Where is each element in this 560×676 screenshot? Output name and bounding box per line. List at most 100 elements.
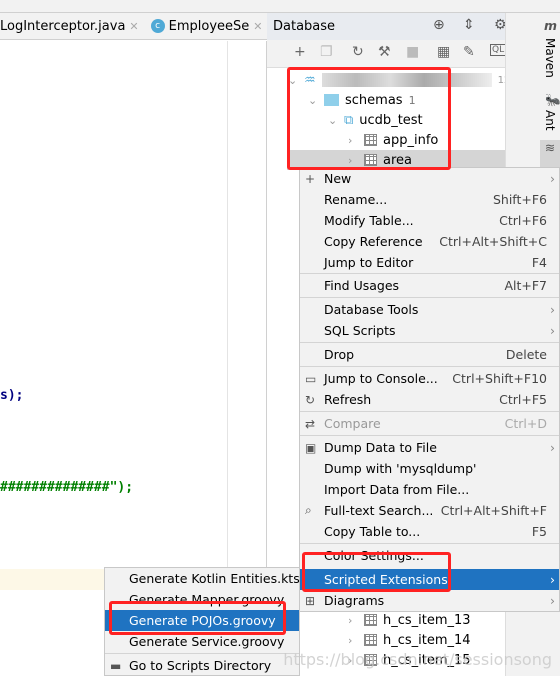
menu-item-generate-kotlin-entities-kts[interactable]: Generate Kotlin Entities.kts <box>105 568 300 589</box>
annotation-box <box>287 67 451 170</box>
menu-item-label: Copy Reference <box>324 234 423 249</box>
menu-separator <box>300 543 559 544</box>
edit-icon[interactable]: ✎ <box>463 44 475 60</box>
menu-item-modify-table[interactable]: Modify Table... Ctrl+F6 <box>300 210 559 231</box>
menu-item-label: Jump to Editor <box>324 255 414 270</box>
annotation-box <box>109 601 286 635</box>
menu-item-rename[interactable]: Rename... Shift+F6 <box>300 189 559 210</box>
stop-icon[interactable]: ■ <box>406 44 419 60</box>
menu-item-label: Rename... <box>324 192 388 207</box>
close-icon[interactable]: ✕ <box>129 20 138 33</box>
menu-item-copy-table-to[interactable]: Copy Table to... F5 <box>300 521 559 542</box>
menu-item-label: Modify Table... <box>324 213 414 228</box>
menu-item-refresh[interactable]: ↻ Refresh Ctrl+F5 <box>300 389 559 410</box>
menu-item-label: Drop <box>324 347 355 362</box>
menu-item-label: Generate Kotlin Entities.kts <box>129 571 300 586</box>
menu-item-compare[interactable]: ⇄ Compare Ctrl+D <box>300 413 559 434</box>
tree-table[interactable]: › h_cs_item_14 <box>348 630 471 650</box>
context-menu: + New › Rename... Shift+F6 Modify Table... Ctr… <box>299 167 560 612</box>
shortcut: Ctrl+D <box>504 416 547 431</box>
code-line: ##############"); <box>0 480 134 495</box>
menu-item-full-text-search[interactable]: ⌕ Full-text Search... Ctrl+Alt+Shift+F <box>300 500 559 521</box>
shortcut: Ctrl+F6 <box>499 213 547 228</box>
menu-item-label: Copy Table to... <box>324 524 421 539</box>
maven-tab[interactable]: Maven <box>543 38 557 78</box>
shortcut: Delete <box>505 347 547 362</box>
plus-icon: + <box>305 171 316 186</box>
menu-item-label: Find Usages <box>324 278 400 293</box>
menu-item-copy-reference[interactable]: Copy Reference Ctrl+Alt+Shift+C <box>300 231 559 252</box>
copy-icon[interactable]: ❐ <box>320 44 333 60</box>
editor-tabs: LogInterceptor.java✕ cEmployeeSe✕ ▾≡4 <box>0 13 292 40</box>
menu-item-jump-to-console[interactable]: ▭ Jump to Console... Ctrl+Shift+F10 <box>300 368 559 389</box>
menu-separator <box>300 366 559 367</box>
tab-loginterceptor[interactable]: LogInterceptor.java ✕ <box>0 19 145 34</box>
menu-item-label: New <box>324 171 352 186</box>
class-icon: c <box>150 19 165 33</box>
shortcut: F5 <box>531 524 547 539</box>
console-icon[interactable]: QL <box>490 44 507 56</box>
menu-item-import-data-from-file[interactable]: Import Data from File... <box>300 479 559 500</box>
menu-item-database-tools[interactable]: Database Tools › <box>300 299 559 320</box>
tools-icon[interactable]: ⚒ <box>378 44 391 60</box>
menu-item-label: Database Tools <box>324 302 419 317</box>
menu-item-jump-to-editor[interactable]: Jump to Editor F4 <box>300 252 559 273</box>
console-icon: ▭ <box>305 371 317 386</box>
shortcut: Ctrl+F5 <box>499 392 547 407</box>
top-bar <box>0 0 560 13</box>
table-icon[interactable]: ▦ <box>437 44 450 60</box>
refresh-icon[interactable]: ↻ <box>352 44 364 60</box>
compare-icon: ⇄ <box>305 416 316 431</box>
menu-item-label: SQL Scripts <box>324 323 396 338</box>
ant-tab[interactable]: Ant <box>543 110 557 131</box>
search-icon: ⌕ <box>305 503 312 517</box>
chevron-right-icon: › <box>550 440 555 455</box>
chevron-right-icon: › <box>550 323 555 338</box>
menu-item-sql-scripts[interactable]: SQL Scripts › <box>300 320 559 341</box>
annotation-box <box>302 552 451 592</box>
chevron-right-icon: › <box>550 171 555 186</box>
menu-separator <box>300 273 559 274</box>
table-icon <box>364 614 377 626</box>
menu-item-label: Import Data from File... <box>324 482 470 497</box>
maven-icon: m <box>544 18 558 33</box>
menu-separator <box>300 342 559 343</box>
menu-item-label: Refresh <box>324 392 372 407</box>
menu-item-drop[interactable]: Drop Delete <box>300 344 559 365</box>
close-icon[interactable]: ✕ <box>253 20 262 33</box>
ant-icon: 🐜 <box>545 92 560 107</box>
menu-item-label: Diagrams <box>324 593 385 608</box>
table-icon <box>364 634 377 646</box>
shortcut: Ctrl+Shift+F10 <box>452 371 547 386</box>
menu-separator <box>300 297 559 298</box>
shortcut: Ctrl+Alt+Shift+F <box>440 503 547 518</box>
menu-item-dump-data-to-file[interactable]: ▣ Dump Data to File › <box>300 437 559 458</box>
tab-employeese[interactable]: c EmployeeSe ✕ <box>145 19 269 34</box>
shortcut: Shift+F6 <box>492 192 547 207</box>
add-icon[interactable]: + <box>294 44 306 60</box>
folder-icon: ▬ <box>110 658 122 673</box>
menu-item-find-usages[interactable]: Find Usages Alt+F7 <box>300 275 559 296</box>
locate-icon[interactable]: ⊕ <box>433 17 445 33</box>
diagram-icon: ⊞ <box>305 593 316 608</box>
refresh-icon: ↻ <box>305 392 316 407</box>
menu-item-label: Go to Scripts Directory <box>129 658 272 673</box>
save-icon: ▣ <box>305 440 317 455</box>
menu-item-label: Jump to Console... <box>324 371 438 386</box>
database-tab[interactable]: ≋ <box>540 140 560 168</box>
chevron-right-icon: › <box>550 593 555 608</box>
tree-table[interactable]: › h_cs_item_13 <box>348 610 471 630</box>
shortcut: Alt+F7 <box>504 278 547 293</box>
panel-title: Database <box>273 19 336 34</box>
shortcut: Ctrl+Alt+Shift+C <box>439 234 547 249</box>
menu-item-dump-with-mysqldump[interactable]: Dump with 'mysqldump' <box>300 458 559 479</box>
current-line-highlight <box>0 569 104 590</box>
menu-item-label: Dump Data to File <box>324 440 437 455</box>
menu-item-new[interactable]: + New › <box>300 168 559 189</box>
chevron-right-icon: › <box>550 572 555 587</box>
menu-item-label: Generate Service.groovy <box>129 634 285 649</box>
menu-item-diagrams[interactable]: ⊞ Diagrams › <box>300 590 559 611</box>
menu-separator <box>300 435 559 436</box>
collapse-icon[interactable]: ⇕ <box>463 17 475 33</box>
menu-item-go-to-scripts-directory[interactable]: ▬ Go to Scripts Directory <box>105 655 299 676</box>
